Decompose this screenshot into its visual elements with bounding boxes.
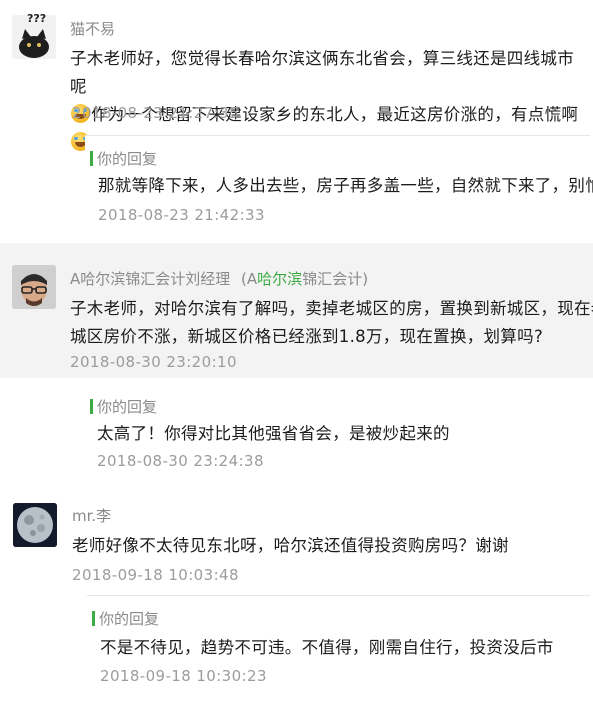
comment-text-line: 子木老师好，您觉得长春哈尔滨这俩东北省会，算三线还是四线城市呢 <box>70 49 574 96</box>
comment-author[interactable]: 猫不易 <box>70 18 115 39</box>
reply-block: 你的回复 那就等降下来，人多出去些，房子再多盖一些，自然就下来了，别怕 2018… <box>85 135 593 236</box>
comment-item: ??? 猫不易 子木老师好，您觉得长春哈尔滨这俩东北省会，算三线还是四线城市呢 … <box>0 0 593 243</box>
comment-item: A哈尔滨锦汇会计刘经理 (A哈尔滨锦汇会计) 子木老师，对哈尔滨有了解吗，卖掉老… <box>0 243 593 378</box>
reply-marker <box>92 611 95 626</box>
reply-text: 那就等降下来，人多出去些，房子再多盖一些，自然就下来了，别怕 <box>98 176 593 195</box>
reply-block: 你的回复 不是不待见，趋势不可违。不值得，刚需自住行，投资没后市 2018-09… <box>87 595 590 696</box>
comment-time: 2018-08-30 23:20:10 <box>70 353 237 371</box>
comment-text-line: 子木老师，对哈尔滨有了解吗，卖掉老城区的房，置换到新城区，现在老 <box>70 299 593 318</box>
reply-block: 你的回复 太高了！你得对比其他强省省会，是被炒起来的 2018-08-30 23… <box>85 384 590 479</box>
moon-avatar-icon <box>13 503 57 547</box>
comment-time: 2018-09-18 10:03:48 <box>72 566 239 584</box>
reply-label: 你的回复 <box>90 396 157 417</box>
reply-marker <box>90 399 93 414</box>
comment-time: 2018-08-23 21:27:35 <box>72 104 239 122</box>
reply-time: 2018-08-30 23:24:38 <box>97 452 264 470</box>
reply-text: 不是不待见，趋势不可违。不值得，刚需自住行，投资没后市 <box>100 638 554 657</box>
avatar-caption: ??? <box>27 12 47 25</box>
comment-text-line: 城区房价不涨，新城区价格已经涨到1.8万，现在置换，划算吗? <box>70 327 543 346</box>
comment-text: 子木老师，对哈尔滨有了解吗，卖掉老城区的房，置换到新城区，现在老 城区房价不涨，… <box>70 295 593 351</box>
comment-item: mr.李 老师好像不太待见东北呀，哈尔滨还值得投资购房吗？谢谢 2018-09-… <box>0 495 593 703</box>
comment-author[interactable]: mr.李 <box>72 505 111 526</box>
reply-time: 2018-08-23 21:42:33 <box>98 206 265 224</box>
reply-label: 你的回复 <box>90 148 157 169</box>
comment-author[interactable]: A哈尔滨锦汇会计刘经理 (A哈尔滨锦汇会计) <box>70 268 368 289</box>
reply-text: 太高了！你得对比其他强省省会，是被炒起来的 <box>97 424 450 443</box>
comment-text: 老师好像不太待见东北呀，哈尔滨还值得投资购房吗？谢谢 <box>72 536 509 555</box>
person-avatar-icon <box>12 265 56 309</box>
avatar[interactable] <box>13 503 57 547</box>
reply-label: 你的回复 <box>92 608 159 629</box>
avatar[interactable] <box>12 265 56 309</box>
reply-marker <box>90 151 93 166</box>
reply-time: 2018-09-18 10:30:23 <box>100 667 267 685</box>
